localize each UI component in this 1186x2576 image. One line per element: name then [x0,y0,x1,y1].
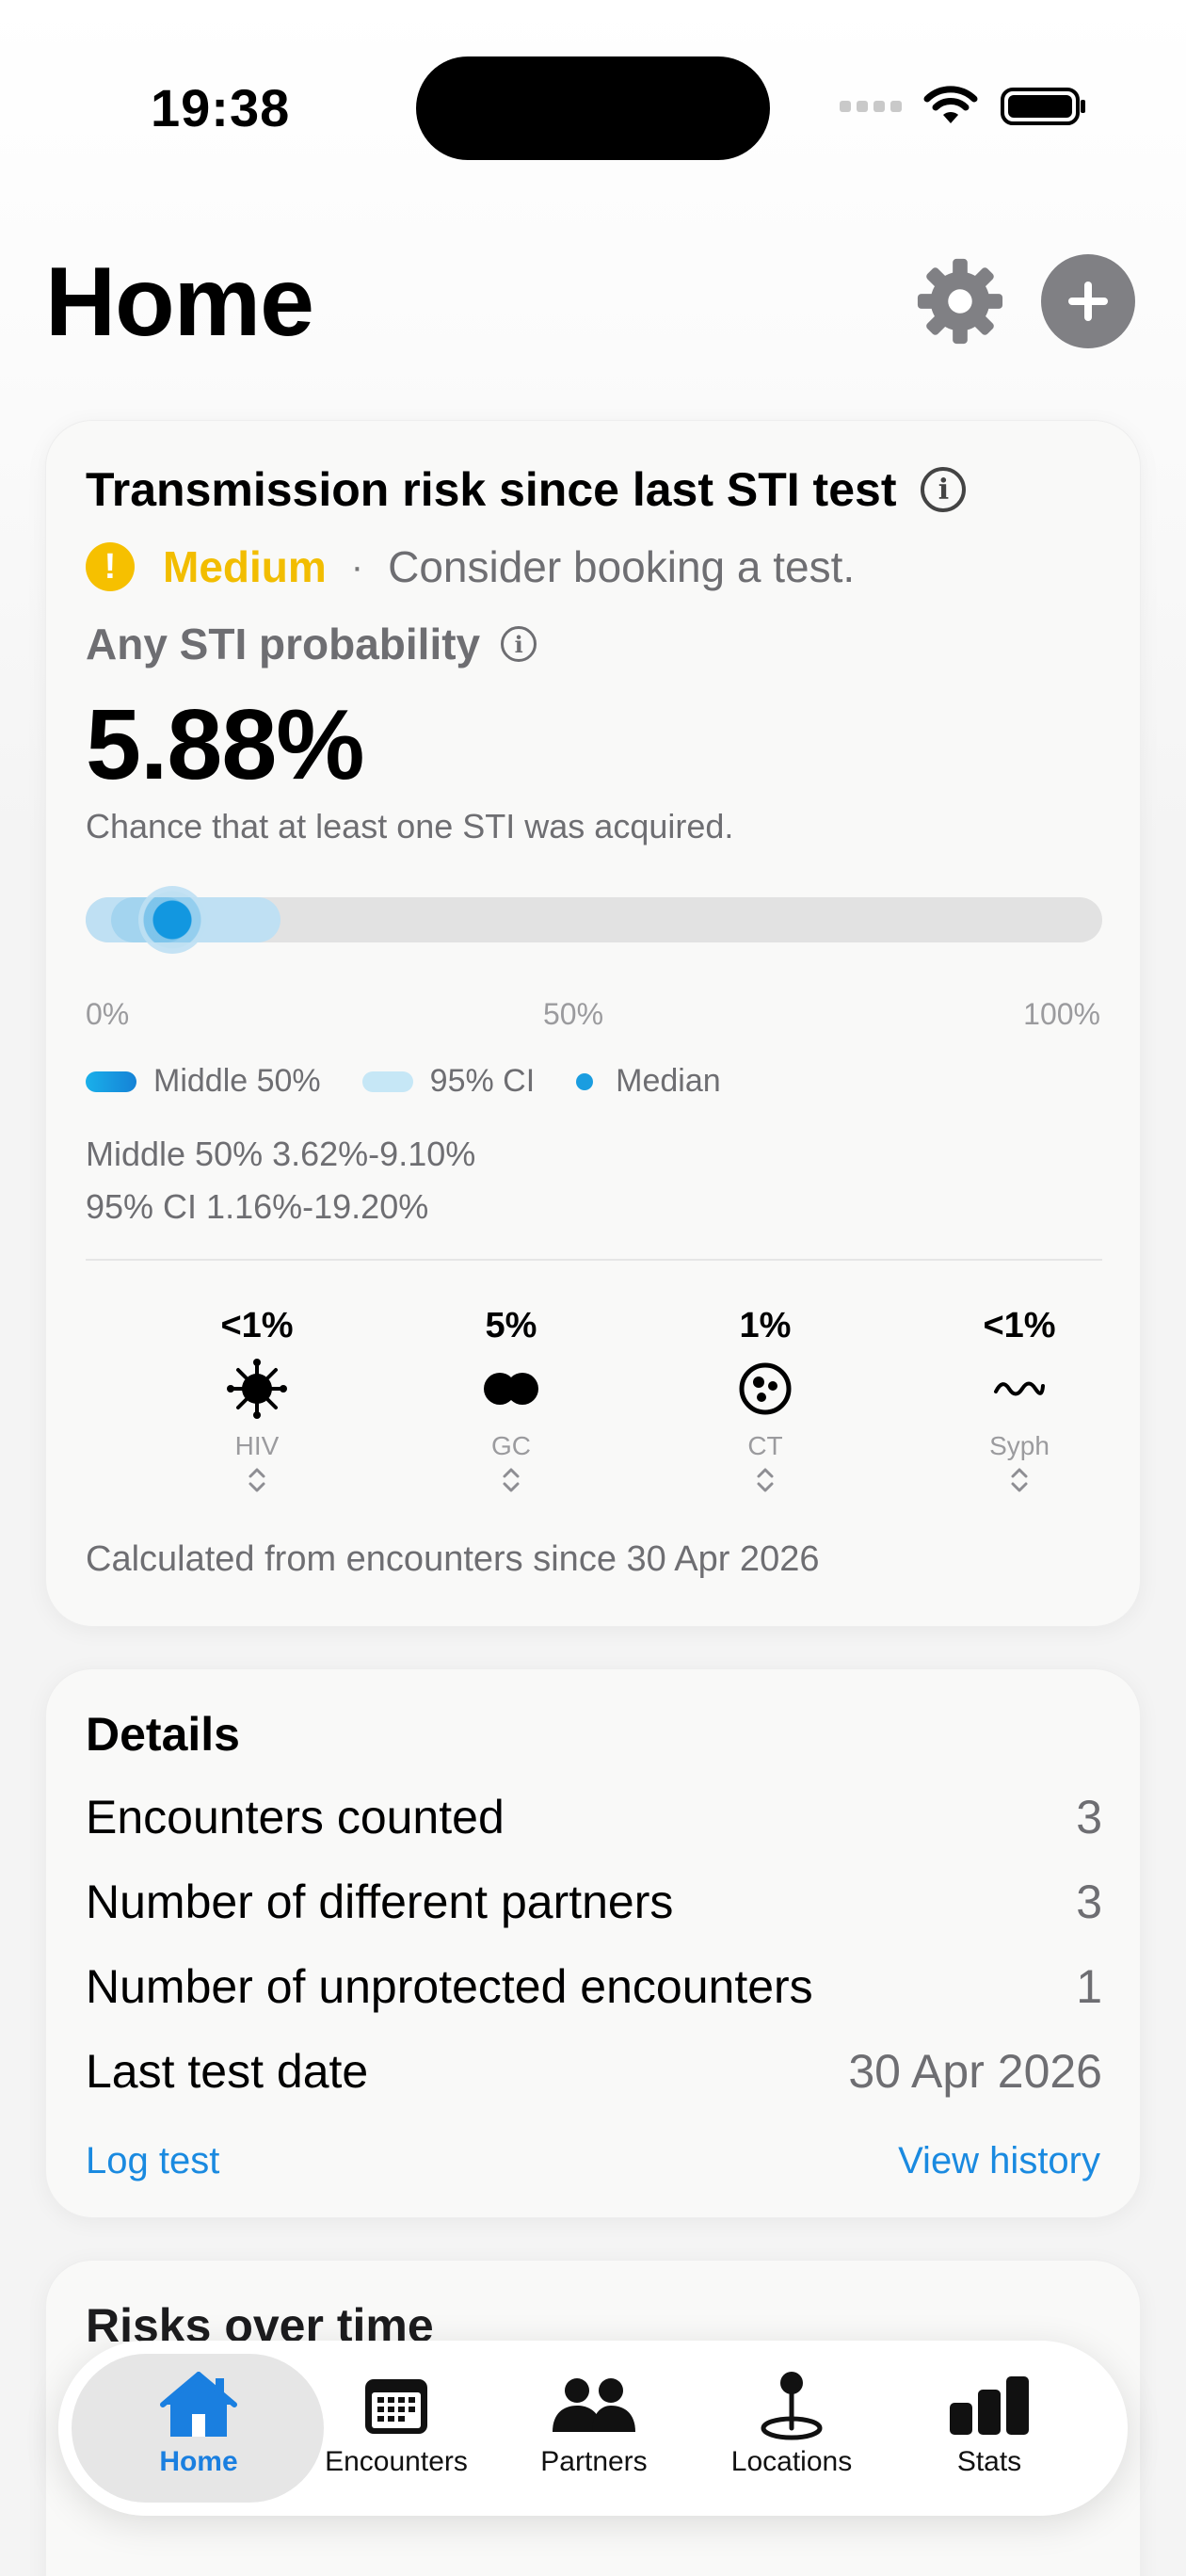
legend-ci95-swatch [361,1071,413,1092]
gear-icon [917,258,1003,345]
detail-row-partners: Number of different partners 3 [86,1875,1102,1929]
bacteria-cluster-icon [739,1362,792,1415]
sti-hiv[interactable]: <1% HIV [163,1306,351,1499]
chevron-up-down-icon [503,1468,520,1492]
sti-gc-name: GC [491,1431,531,1460]
sti-ct[interactable]: 1% CT [671,1306,859,1499]
transmission-risk-card: Transmission risk since last STI test i … [45,420,1141,1627]
chevron-up-down-icon [1011,1468,1028,1492]
detail-value: 3 [1076,1791,1102,1843]
add-button[interactable] [1041,254,1135,348]
tick-50: 50% [543,997,604,1031]
sti-syph-value: <1% [983,1306,1056,1345]
legend-middle50: Middle 50% [86,1063,321,1100]
sti-hiv-name: HIV [234,1431,280,1460]
risk-level: Medium [163,542,327,591]
risk-level-row: ! Medium · Consider booking a test. [86,541,855,592]
tab-stats[interactable]: Stats [890,2365,1088,2497]
legend-median-dot [576,1072,594,1090]
probability-value: 5.88% [86,689,365,800]
detail-value: 30 Apr 2026 [848,2045,1102,2098]
tab-bar: Home Encounters Partners Locations Stats [58,2341,1128,2516]
warning-icon: ! [86,542,135,591]
map-pin-icon [761,2372,823,2440]
divider [86,1259,1102,1261]
people-icon [553,2378,635,2432]
wifi-icon [923,86,978,123]
tick-0: 0% [86,997,130,1031]
detail-label: Encounters counted [86,1791,505,1843]
probability-label: Any STI probability [86,620,481,668]
sti-gc-value: 5% [485,1306,537,1345]
bar-chart-icon [950,2376,1029,2435]
detail-row-encounters: Encounters counted 3 [86,1790,1102,1844]
probability-description: Chance that at least one STI was acquire… [86,807,734,845]
legend-middle50-swatch [86,1071,136,1092]
settings-button[interactable] [913,254,1007,348]
chevron-up-down-icon [757,1468,774,1492]
legend-ci95-label: 95% CI [429,1063,536,1099]
home-screen: 19:38 Home Transmission risk since last … [0,0,1186,2576]
tab-encounters[interactable]: Encounters [297,2365,495,2497]
detail-row-last-test: Last test date 30 Apr 2026 [86,2044,1102,2099]
detail-value: 3 [1076,1876,1102,1928]
legend-ci95: 95% CI [361,1063,536,1100]
detail-label: Number of different partners [86,1876,674,1928]
sti-ct-value: 1% [739,1306,792,1345]
legend-median: Median [576,1063,721,1100]
status-time: 19:38 [151,78,291,137]
virus-icon [227,1359,287,1419]
cellular-signal-icon [840,101,902,112]
ci95-range-text: 95% CI 1.16%-19.20% [86,1187,429,1226]
tab-locations[interactable]: Locations [693,2365,890,2497]
view-history-link[interactable]: View history [898,2140,1100,2182]
tick-100: 100% [1023,997,1100,1031]
info-icon[interactable]: i [921,467,967,512]
tab-locations-label: Locations [730,2446,853,2477]
risk-card-header: Transmission risk since last STI test i [86,462,967,517]
detail-label: Last test date [86,2045,369,2098]
sti-syph-name: Syph [989,1431,1050,1460]
tab-partners[interactable]: Partners [495,2365,693,2497]
page-title: Home [45,248,314,357]
log-test-link[interactable]: Log test [86,2140,219,2182]
status-icons [840,83,1088,130]
tab-stats-label: Stats [956,2446,1022,2477]
tab-home[interactable]: Home [100,2365,297,2497]
middle50-range-text: Middle 50% 3.62%-9.10% [86,1135,476,1173]
calculation-note: Calculated from encounters since 30 Apr … [86,1539,820,1579]
detail-row-unprotected: Number of unprotected encounters 1 [86,1959,1102,2014]
tab-partners-label: Partners [540,2446,648,2477]
house-icon [160,2372,237,2437]
sti-syph[interactable]: <1% Syph [925,1306,1114,1499]
plus-icon [1068,282,1108,321]
sti-ct-name: CT [747,1431,783,1460]
legend-median-label: Median [616,1063,721,1099]
median-marker [137,886,206,954]
tab-home-label: Home [159,2446,238,2477]
details-card: Details Encounters counted 3 Number of d… [45,1668,1141,2218]
probability-range-bar [86,886,1102,954]
legend-middle50-label: Middle 50% [153,1063,321,1099]
dynamic-island [416,56,770,160]
sti-gc[interactable]: 5% GC [417,1306,605,1499]
chevron-up-down-icon [248,1468,265,1492]
battery-icon [1001,88,1085,125]
details-title: Details [86,1708,240,1761]
diplococcus-icon [484,1373,538,1405]
risk-card-title: Transmission risk since last STI test [86,463,897,516]
detail-value: 1 [1076,1960,1102,2013]
calendar-icon [365,2379,427,2434]
spiral-wave-icon [994,1381,1045,1396]
sti-hiv-value: <1% [220,1306,294,1345]
detail-label: Number of unprotected encounters [86,1960,813,2013]
bar-legend: Middle 50% 95% CI Median [86,1063,762,1100]
separator-dot: · [350,545,364,588]
probability-info-icon[interactable]: i [501,626,537,662]
risk-advice: Consider booking a test. [388,542,856,591]
probability-label-row: Any STI probability i [86,619,537,669]
tab-encounters-label: Encounters [325,2446,468,2477]
